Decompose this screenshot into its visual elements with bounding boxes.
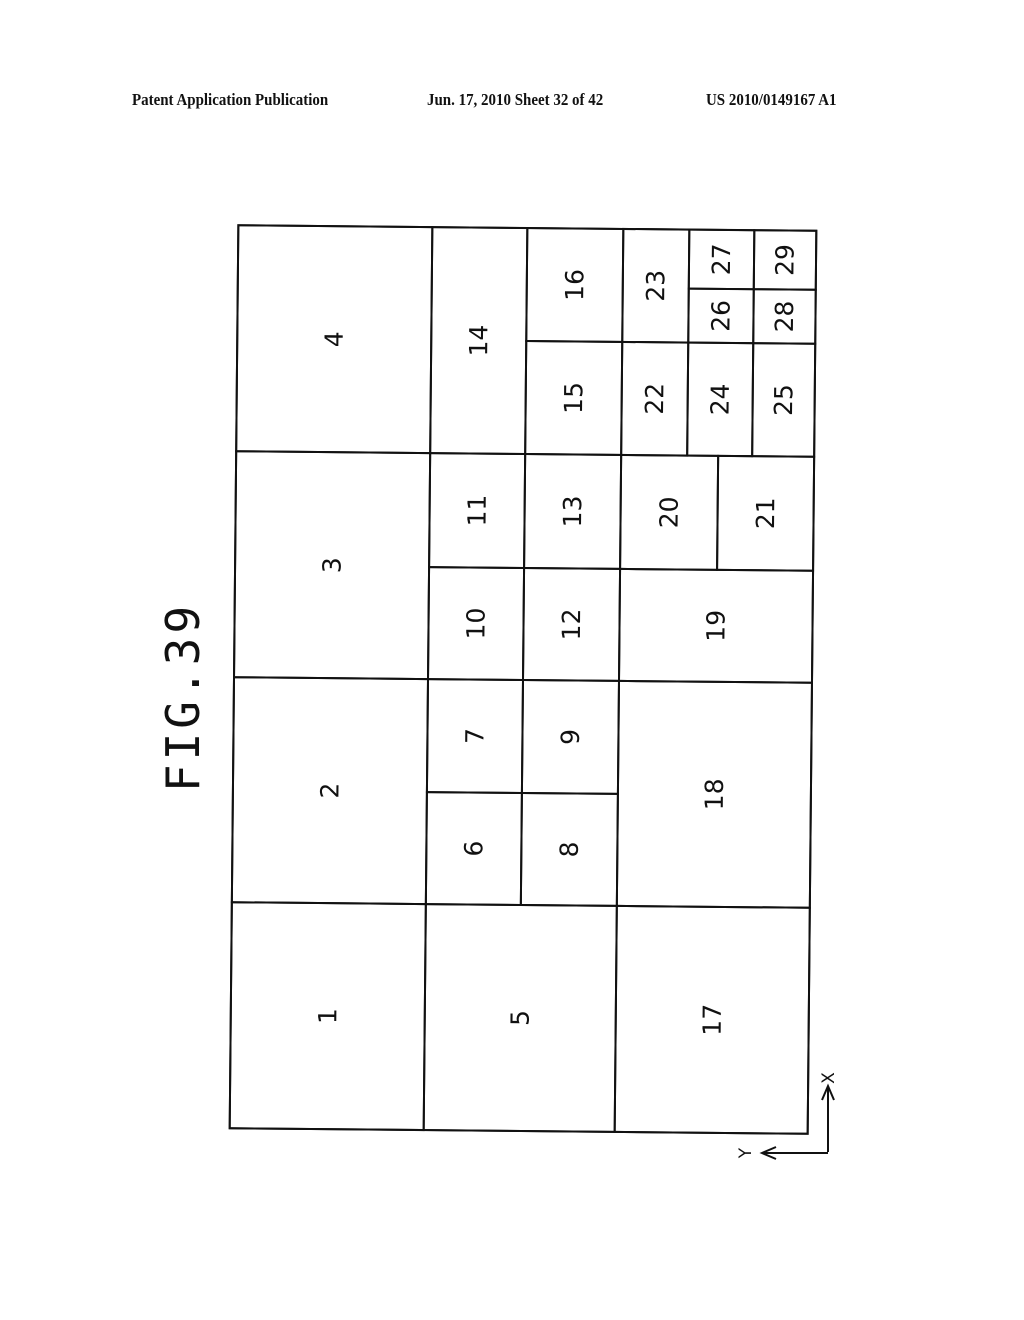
region-cell-label: 16 (560, 269, 589, 301)
region-cell-19: 19 (617, 567, 815, 684)
x-axis-label: X (819, 1072, 839, 1084)
region-cell-10: 10 (426, 566, 526, 682)
region-cell-21: 21 (716, 454, 816, 572)
region-cell-4: 4 (235, 224, 434, 455)
region-cell-label: 17 (698, 1004, 727, 1036)
region-cell-9: 9 (520, 678, 621, 795)
region-cell-label: 7 (460, 728, 489, 744)
region-cell-label: 20 (654, 496, 683, 528)
region-cell-label: 13 (558, 495, 587, 527)
region-cell-13: 13 (523, 453, 623, 570)
coordinate-axes: X Y (736, 1072, 839, 1160)
figure-title: FIG.39 (156, 602, 210, 792)
region-cell-25: 25 (751, 342, 817, 458)
region-cell-11: 11 (428, 452, 527, 570)
region-cell-2: 2 (230, 676, 430, 906)
region-cell-7: 7 (425, 678, 525, 795)
y-axis-label: Y (736, 1147, 756, 1159)
region-cell-label: 23 (641, 270, 670, 302)
region-cell-27: 27 (687, 228, 756, 291)
region-cell-label: 3 (318, 557, 347, 573)
region-cell-17: 17 (613, 904, 811, 1135)
region-cell-8: 8 (519, 791, 619, 907)
region-cell-label: 5 (506, 1010, 535, 1026)
region-cell-1: 1 (228, 901, 427, 1132)
region-cell-label: 14 (464, 325, 493, 357)
region-cell-26: 26 (687, 287, 755, 345)
region-cell-label: 25 (769, 384, 798, 416)
region-cell-23: 23 (621, 227, 691, 344)
region-cell-12: 12 (521, 566, 622, 682)
region-cell-label: 4 (320, 331, 349, 347)
region-cell-label: 26 (706, 300, 735, 332)
region-cell-28: 28 (752, 288, 817, 345)
region-cell-label: 9 (556, 729, 585, 745)
region-cell-label: 11 (462, 495, 491, 527)
region-cell-29: 29 (752, 229, 818, 291)
region-cell-5: 5 (422, 903, 618, 1133)
region-cell-label: 8 (555, 841, 584, 857)
region-cell-22: 22 (620, 340, 690, 457)
region-cell-18: 18 (615, 679, 813, 909)
region-cell-label: 15 (559, 382, 588, 414)
region-cell-label: 10 (461, 608, 490, 640)
region-cell-3: 3 (233, 450, 432, 681)
region-cell-label: 19 (701, 610, 730, 642)
region-cell-label: 24 (706, 383, 735, 415)
region-cell-24: 24 (686, 341, 755, 458)
region-cell-label: 18 (700, 778, 729, 810)
region-cell-label: 12 (557, 608, 586, 640)
figure-39-diagram: FIG.39 1234567891011121314151617181920 21… (156, 224, 839, 1160)
region-cell-14: 14 (429, 226, 529, 456)
region-cell-label: 21 (751, 497, 780, 529)
region-cell-16: 16 (525, 227, 625, 343)
region-cell-label: 29 (770, 244, 799, 276)
region-cell-label: 28 (770, 300, 799, 332)
region-cell-label: 6 (459, 840, 488, 856)
partition-grid: 1234567891011121314151617181920 21222324 2… (228, 224, 818, 1135)
region-cell-label: 1 (313, 1008, 342, 1024)
region-cell-label: 22 (640, 383, 669, 415)
region-cell-label: 27 (707, 243, 736, 275)
region-cell-6: 6 (424, 791, 523, 906)
region-cell-15: 15 (524, 340, 624, 456)
region-cell-20: 20 (619, 453, 720, 571)
region-cell-label: 2 (315, 783, 344, 799)
